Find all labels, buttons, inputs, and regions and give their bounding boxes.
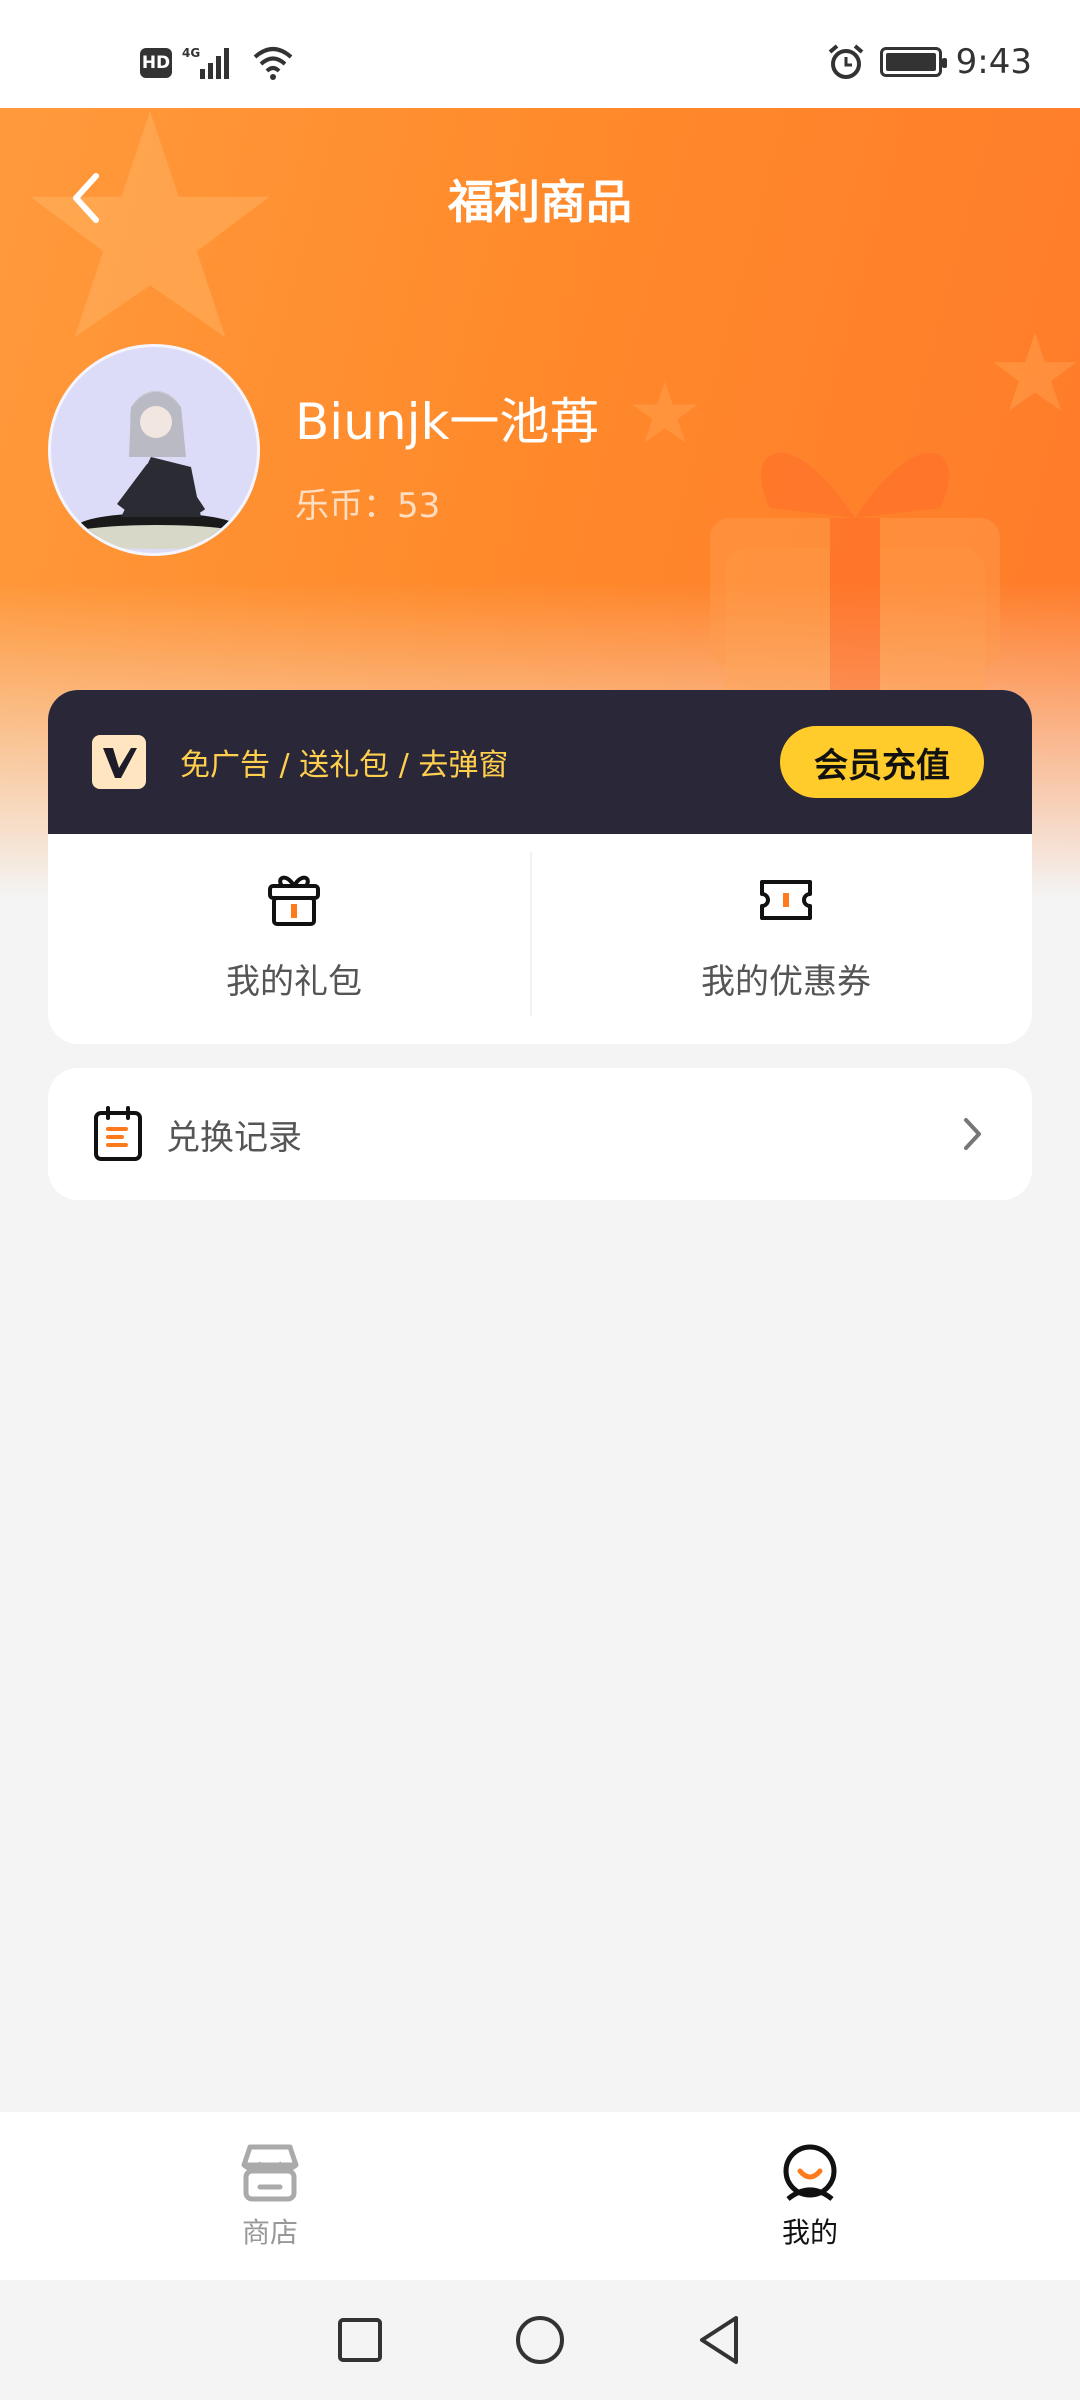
alarm-icon	[828, 44, 863, 79]
my-coupons-button[interactable]: 我的优惠券	[540, 834, 1032, 1044]
avatar-character-icon	[62, 391, 252, 549]
tab-mine[interactable]: 我的	[540, 2112, 1080, 2280]
gift-icon	[268, 875, 320, 926]
divider	[530, 852, 532, 1016]
status-right: 9:43	[826, 42, 1032, 82]
username: Biunjk一池苒	[295, 393, 600, 451]
vip-logo-icon	[92, 735, 146, 789]
exchange-record-label: 兑换记录	[166, 1117, 302, 1158]
vip-recharge-button[interactable]: 会员充值	[780, 726, 984, 798]
tab-store-label: 商店	[241, 2216, 298, 2249]
status-left: HD 4G	[140, 45, 294, 81]
coin-value: 53	[397, 486, 441, 526]
vip-banner[interactable]: 免广告 / 送礼包 / 去弹窗 会员充值	[48, 690, 1032, 834]
store-icon	[241, 2144, 299, 2202]
coupon-icon	[760, 880, 812, 920]
tab-mine-label: 我的	[781, 2216, 838, 2249]
coin-label: 乐币：	[295, 486, 397, 526]
chevron-right-icon	[964, 1118, 981, 1150]
back-nav-icon[interactable]	[696, 2314, 744, 2366]
recent-apps-icon[interactable]	[336, 2316, 384, 2364]
tab-store[interactable]: 商店	[0, 2112, 540, 2280]
coin-balance: 乐币：53	[295, 478, 440, 527]
exchange-record-row[interactable]: 兑换记录	[48, 1068, 1032, 1200]
quick-actions: 我的礼包 我的优惠券	[48, 834, 1032, 1044]
my-gifts-button[interactable]: 我的礼包	[48, 834, 540, 1044]
home-icon[interactable]	[514, 2314, 566, 2366]
hd-badge: HD	[140, 48, 172, 78]
vip-card: 免广告 / 送礼包 / 去弹窗 会员充值 我的礼包 我的优惠券	[48, 690, 1032, 1044]
wifi-icon	[253, 47, 293, 80]
top-nav: 福利商品	[0, 108, 1080, 288]
my-gifts-label: 我的礼包	[226, 962, 362, 1002]
battery-icon	[879, 47, 947, 77]
my-coupons-label: 我的优惠券	[701, 962, 871, 1002]
vip-benefits: 免广告 / 送礼包 / 去弹窗	[180, 748, 509, 783]
profile-icon	[783, 2144, 837, 2201]
page-title: 福利商品	[448, 175, 632, 229]
avatar[interactable]	[48, 344, 260, 556]
clipboard-icon	[94, 1106, 142, 1161]
clock: 9:43	[955, 42, 1032, 82]
status-bar: HD 4G 9:43	[0, 0, 1080, 108]
bottom-tab-bar: 商店 我的	[0, 2112, 1080, 2280]
signal-icon: 4G	[182, 46, 229, 79]
star-decoration-icon	[632, 381, 698, 443]
svg-text:4G: 4G	[182, 46, 200, 60]
system-nav-bar	[0, 2280, 1080, 2400]
